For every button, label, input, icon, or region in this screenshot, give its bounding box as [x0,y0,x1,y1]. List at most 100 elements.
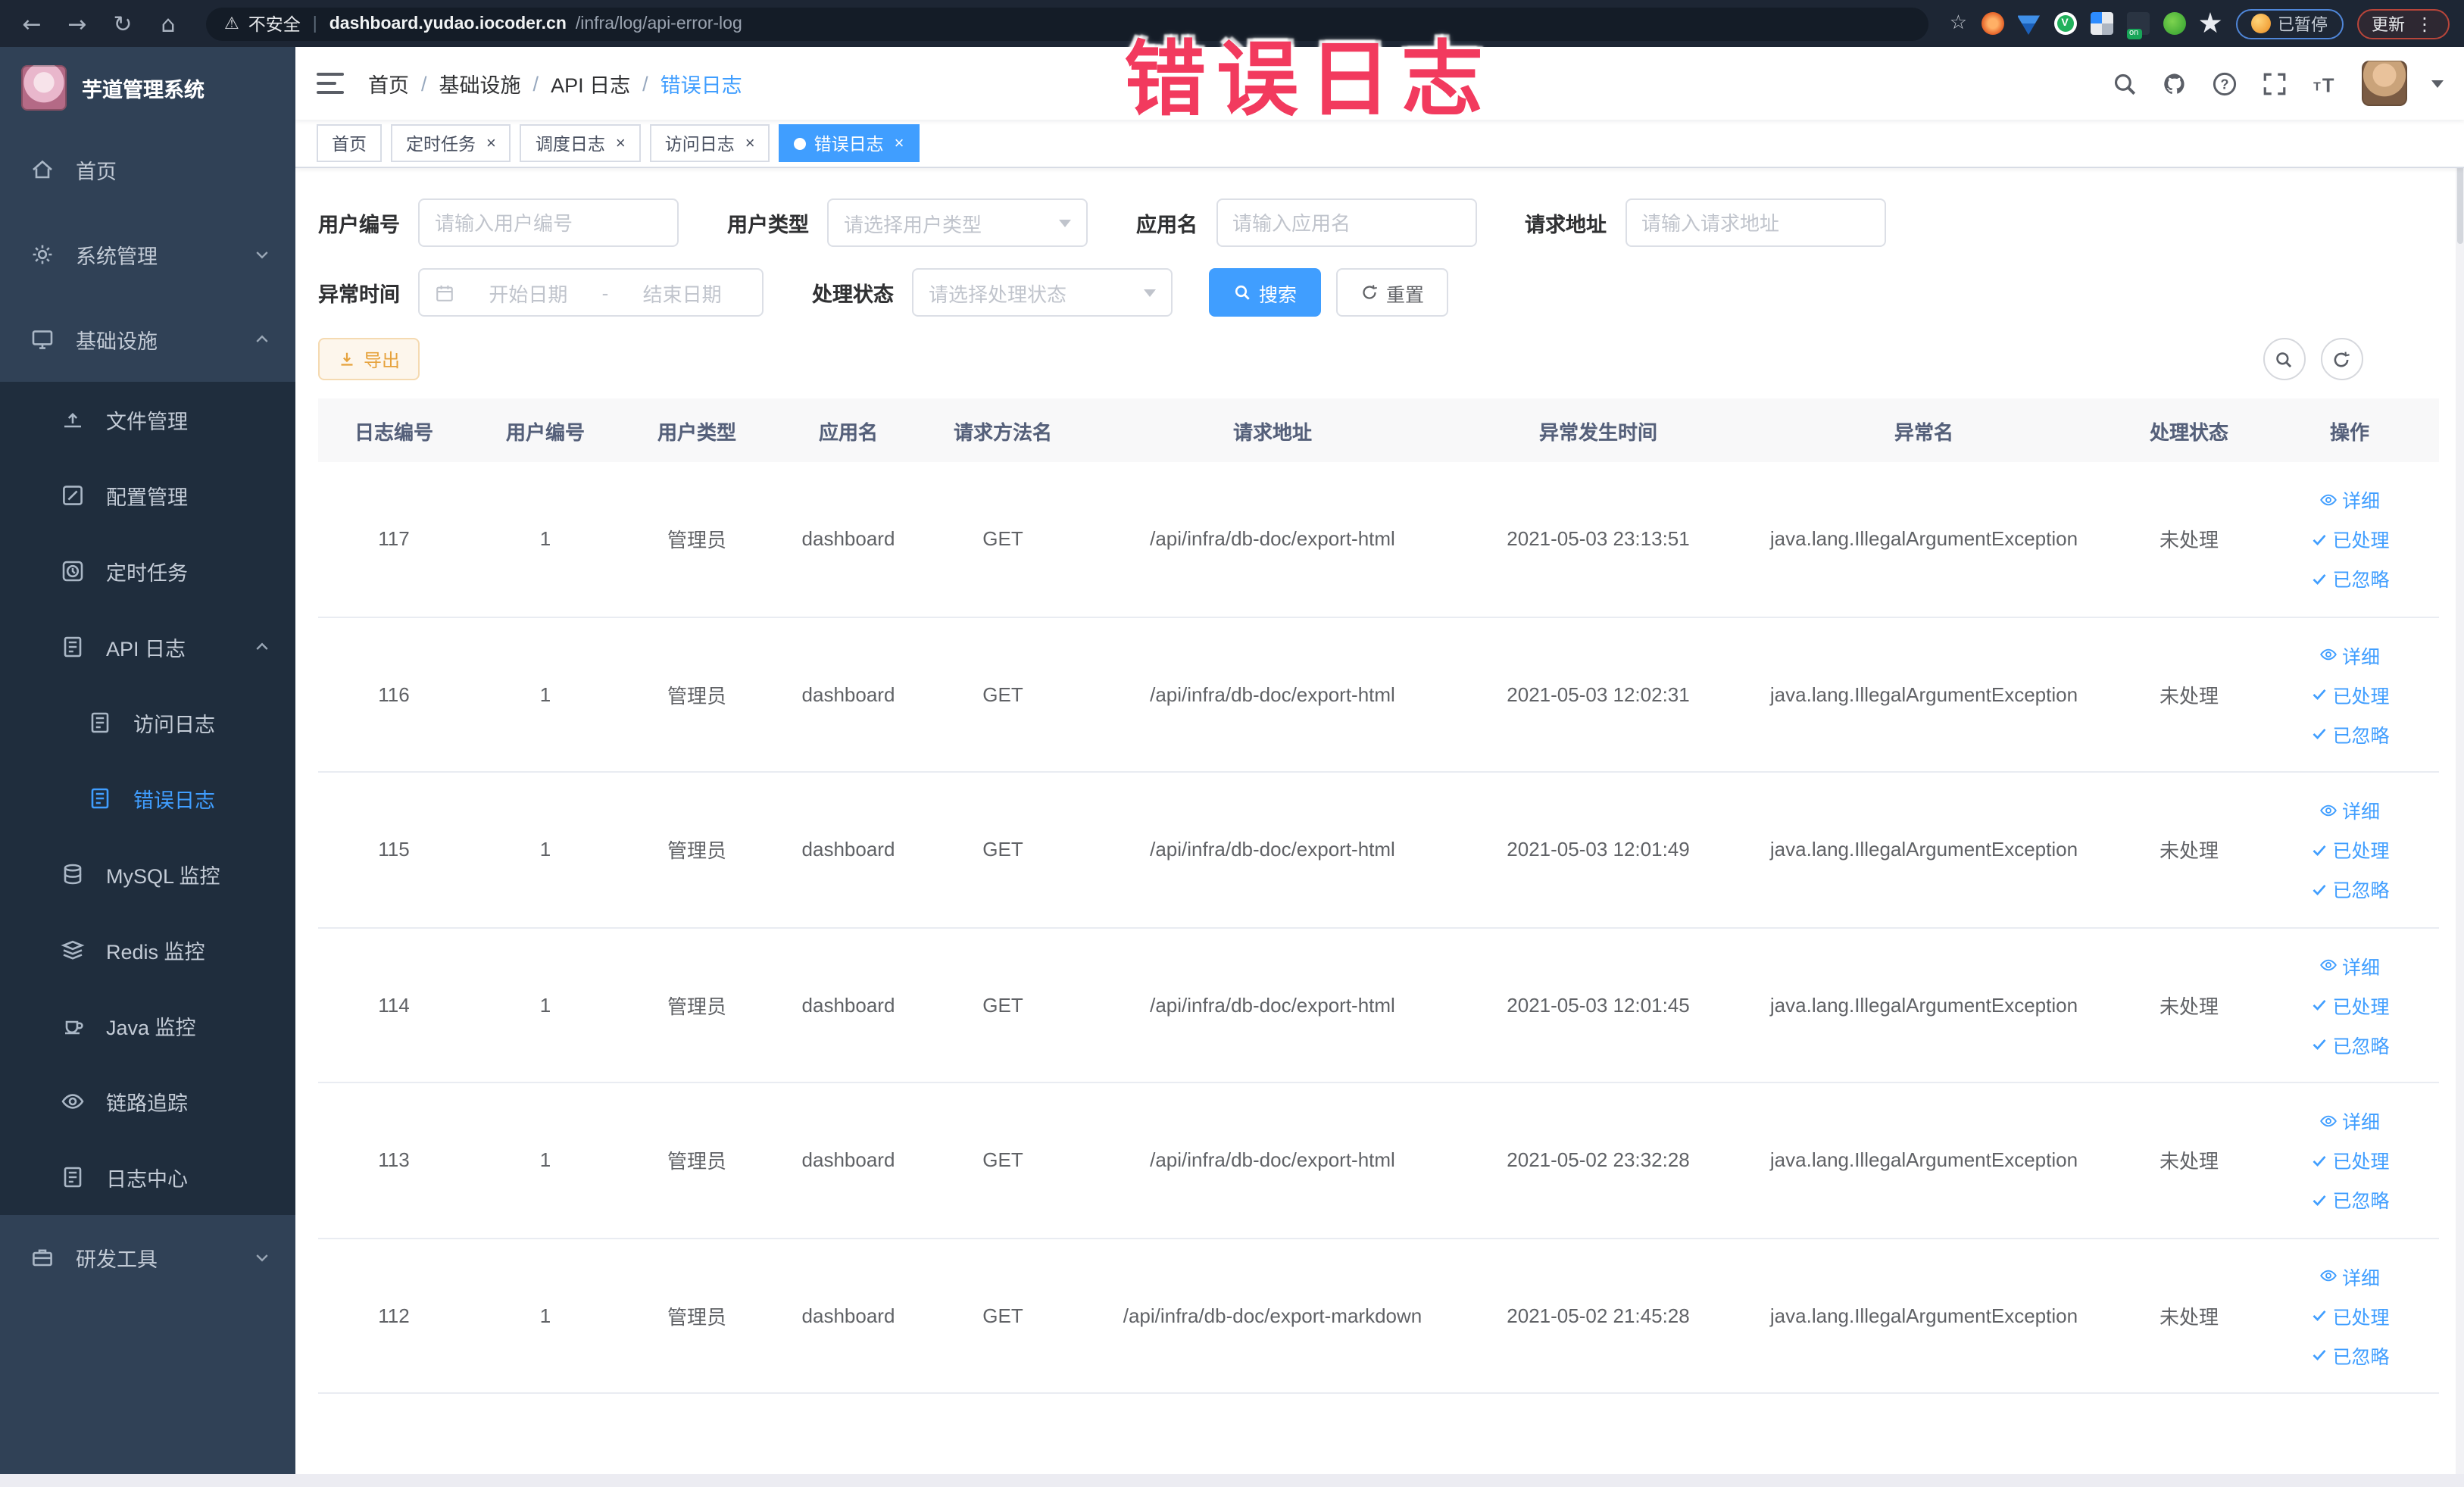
breadcrumb-item[interactable]: API 日志 [551,68,630,98]
insecure-label: 不安全 [248,16,301,34]
toggle-search-button[interactable] [2263,338,2305,380]
refresh-icon [1360,283,1379,301]
sidebar-item-trace[interactable]: 链路追踪 [0,1064,295,1139]
browser-back-icon[interactable]: ← [15,10,48,37]
sidebar-item-redis-monitor[interactable]: Redis 监控 [0,912,295,988]
sidebar-item-config-management[interactable]: 配置管理 [0,458,295,533]
action-processed-link[interactable]: 已处理 [2309,680,2390,709]
tab-close-icon[interactable]: × [486,134,496,152]
profile-paused-badge[interactable]: 已暂停 [2235,8,2343,39]
chrome-update-badge[interactable]: 更新 ⋮ [2356,8,2449,39]
tab-scheduled-task[interactable]: 定时任务 × [391,124,511,162]
app-name-label: 应用名 [1136,214,1198,236]
address-bar[interactable]: ⚠ 不安全 | dashboard.yudao.iocoder.cn/infra… [206,7,1928,40]
action-detail-link[interactable]: 详细 [2319,641,2380,670]
tab-home[interactable]: 首页 [317,124,382,162]
action-ignored-link[interactable]: 已忽略 [2309,720,2390,748]
app-name-input[interactable] [1216,198,1476,247]
tab-error-log[interactable]: 错误日志 × [779,124,920,162]
action-detail-link[interactable]: 详细 [2319,796,2380,825]
process-status-select[interactable]: 请选择处理状态 [912,268,1173,317]
browser-extensions: ☆ V on 已暂停 更新 ⋮ [1950,8,2449,39]
github-icon[interactable] [2161,70,2187,96]
action-ignored-link[interactable]: 已忽略 [2309,1341,2390,1370]
sidebar-item-file-management[interactable]: 文件管理 [0,382,295,458]
tab-access-log[interactable]: 访问日志 × [649,124,770,162]
sidebar-item-label: 访问日志 [133,714,215,736]
action-processed-link[interactable]: 已处理 [2309,525,2390,554]
browser-reload-icon[interactable]: ↻ [106,10,139,37]
sidebar-item-home[interactable]: 首页 [0,127,295,212]
breadcrumb-separator: / [532,72,539,95]
search-icon[interactable] [2111,70,2137,96]
user-avatar[interactable] [2361,61,2406,106]
extension-shield-icon[interactable] [2017,15,2040,35]
cell-exception-name: java.lang.IllegalArgumentException [1769,683,2078,706]
action-processed-link[interactable]: 已处理 [2309,1301,2390,1330]
action-label: 已忽略 [2332,725,2390,747]
exception-time-label: 异常时间 [318,283,400,306]
check-icon [2309,996,2328,1014]
tab-close-icon[interactable]: × [616,134,626,152]
request-url-input[interactable] [1625,198,1885,247]
user-id-input[interactable] [418,198,679,247]
search-button[interactable]: 搜索 [1209,268,1322,317]
action-detail-link[interactable]: 详细 [2319,1262,2380,1291]
refresh-table-button[interactable] [2320,338,2363,380]
extension-tampermonkey-icon[interactable]: on [2126,12,2149,39]
reset-button[interactable]: 重置 [1336,268,1449,317]
extension-puzzle-icon[interactable] [2199,12,2222,33]
svg-text:?: ? [2219,76,2228,91]
sidebar: 芋道管理系统 首页 系统管理 基础设施 文件管理 配置管理 定时任务 API 日志访问日志错… [0,47,295,1474]
action-ignored-link[interactable]: 已忽略 [2309,1030,2390,1059]
help-icon[interactable]: ? [2211,70,2237,96]
font-size-icon[interactable]: TT [2311,70,2337,96]
sidebar-item-dev-tools[interactable]: 研发工具 [0,1215,295,1300]
gear-icon [30,242,55,267]
eye-icon [2319,957,2338,975]
browser-forward-icon[interactable]: → [61,10,94,37]
sidebar-item-infrastructure[interactable]: 基础设施 [0,297,295,382]
breadcrumb-item[interactable]: 基础设施 [439,68,521,98]
action-processed-link[interactable]: 已处理 [2309,836,2390,864]
sidebar-item-log-center[interactable]: 日志中心 [0,1139,295,1215]
sidebar-item-api-log[interactable]: API 日志 [0,609,295,685]
breadcrumb-item[interactable]: 首页 [368,68,409,98]
action-ignored-link[interactable]: 已忽略 [2309,564,2390,593]
app-logo[interactable]: 芋道管理系统 [0,47,295,127]
sidebar-item-scheduled-task[interactable]: 定时任务 [0,533,295,609]
browser-home-icon[interactable]: ⌂ [151,10,185,37]
cell-log-id: 116 [378,683,410,706]
tab-schedule-log[interactable]: 调度日志 × [520,124,641,162]
tab-close-icon[interactable]: × [745,134,755,152]
action-detail-link[interactable]: 详细 [2319,1107,2380,1136]
tab-close-icon[interactable]: × [895,134,904,152]
sidebar-item-access-log[interactable]: 访问日志 [0,685,295,761]
action-ignored-link[interactable]: 已忽略 [2309,875,2390,904]
action-processed-link[interactable]: 已处理 [2309,991,2390,1020]
action-processed-link[interactable]: 已处理 [2309,1146,2390,1175]
log-icon [88,711,112,735]
user-type-select[interactable]: 请选择用户类型 [827,198,1088,247]
sidebar-item-mysql-monitor[interactable]: MySQL 监控 [0,836,295,912]
sidebar-item-error-log[interactable]: 错误日志 [0,761,295,836]
action-ignored-link[interactable]: 已忽略 [2309,1186,2390,1214]
tab-label: 调度日志 [535,136,605,154]
extension-orange-icon[interactable] [1981,12,2003,35]
exception-time-range-picker[interactable]: 开始日期 - 结束日期 [418,268,764,317]
hamburger-icon[interactable] [317,73,344,94]
bookmark-star-icon[interactable]: ☆ [1950,12,1967,35]
fullscreen-icon[interactable] [2261,70,2287,96]
cell-actions: 详细 已处理 已忽略 [2263,486,2436,593]
export-button[interactable]: 导出 [318,338,420,380]
sidebar-item-java-monitor[interactable]: Java 监控 [0,988,295,1064]
action-detail-link[interactable]: 详细 [2319,951,2380,980]
browser-menu-icon[interactable]: ⋮ [2416,13,2434,34]
sidebar-item-system-management[interactable]: 系统管理 [0,212,295,297]
action-detail-link[interactable]: 详细 [2319,486,2380,514]
extension-green-icon[interactable] [2163,12,2185,35]
page-scrollbar[interactable] [2455,47,2464,1474]
cell-actions: 详细 已处理 已忽略 [2263,796,2436,904]
user-menu-caret-icon[interactable] [2431,80,2443,87]
extension-grid-icon[interactable] [2090,12,2113,35]
